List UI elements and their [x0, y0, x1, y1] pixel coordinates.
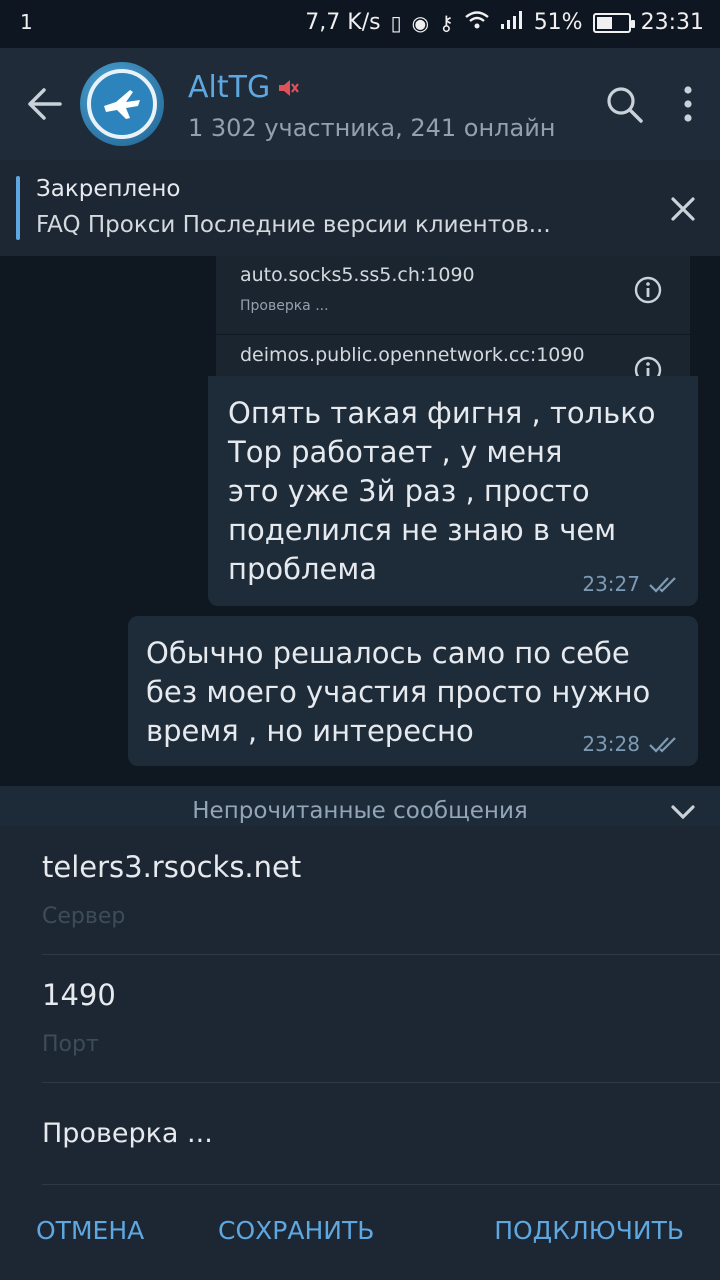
unread-divider: Непрочитанные сообщения [0, 786, 720, 826]
proxy-status: Проверка ... [240, 298, 329, 314]
close-icon [671, 197, 695, 221]
pinned-label: Закреплено [36, 176, 181, 202]
group-avatar[interactable] [80, 62, 164, 146]
jet-icon [104, 90, 140, 119]
proxy-host: auto.socks5.ss5.ch:1090 [240, 264, 475, 286]
message-text: Обычно решалось само по себе без моего у… [146, 634, 650, 751]
port-field[interactable]: 1490 Порт [42, 954, 720, 1083]
message-text: Опять такая фигня , только Тор работает … [228, 394, 656, 589]
message-line: Опять такая фигня , только [228, 396, 656, 430]
cancel-button[interactable]: ОТМЕНА [36, 1216, 144, 1245]
message-time-row: 23:28 [582, 732, 680, 756]
eye-icon: ◉ [411, 10, 430, 35]
message-time-row: 23:27 [582, 572, 680, 596]
pinned-text: FAQ Прокси Последние версии клиентов... [36, 212, 551, 238]
more-menu-button[interactable] [674, 84, 702, 124]
connect-button[interactable]: ПОДКЛЮЧИТЬ [494, 1216, 684, 1245]
wifi-icon [464, 10, 490, 35]
message-time: 23:27 [582, 572, 640, 596]
chat-title: AltTG [188, 70, 271, 105]
signal-icon [500, 10, 524, 35]
server-field[interactable]: telers3.rsocks.net Сервер [42, 826, 720, 955]
double-check-icon [649, 577, 676, 593]
proxy-host: deimos.public.opennetwork.cc:1090 [240, 344, 585, 366]
message-line: без моего участия просто нужно [146, 675, 651, 709]
more-vertical-icon [684, 86, 692, 122]
network-speed: 7,7 K/s [305, 10, 381, 35]
port-label: Порт [42, 1032, 99, 1057]
message-line: время , но интересно [146, 714, 474, 748]
chat-subtitle: 1 302 участника, 241 онлайн [188, 114, 556, 142]
chat-title-row[interactable]: AltTG [188, 70, 300, 105]
scroll-down-button[interactable] [668, 800, 698, 824]
search-icon [607, 87, 643, 123]
key-icon: ⚷ [439, 10, 454, 35]
double-check-icon [649, 737, 676, 753]
unread-label: Непрочитанные сообщения [192, 798, 528, 824]
info-icon [634, 276, 662, 304]
message-bubble[interactable]: Обычно решалось само по себе без моего у… [128, 616, 698, 766]
message-line: Обычно решалось само по себе [146, 636, 630, 670]
divider [42, 1184, 720, 1185]
message-bubble[interactable]: Опять такая фигня , только Тор работает … [208, 376, 698, 606]
checking-status: Проверка ... [42, 1118, 213, 1149]
pinned-close-button[interactable] [664, 190, 702, 228]
battery-percent: 51% [533, 10, 583, 35]
muted-icon [279, 79, 300, 96]
chat-area[interactable]: auto.socks5.ss5.ch:1090 Проверка ... dei… [0, 256, 720, 786]
back-arrow-icon [28, 88, 62, 120]
chat-header: AltTG 1 302 участника, 241 онлайн [0, 48, 720, 160]
battery-fill [596, 16, 612, 29]
battery-icon [592, 12, 635, 33]
server-input[interactable]: telers3.rsocks.net [42, 850, 301, 884]
back-button[interactable] [24, 86, 64, 122]
proxy-row[interactable]: auto.socks5.ss5.ch:1090 Проверка ... [216, 256, 690, 335]
pinned-indicator [16, 176, 20, 240]
message-line: Тор работает , у меня [228, 435, 563, 469]
avatar-ring [87, 69, 157, 139]
message-time: 23:28 [582, 732, 640, 756]
proxy-dialog: telers3.rsocks.net Сервер 1490 Порт Пров… [0, 826, 720, 1280]
status-left: 1 [20, 10, 33, 34]
proxy-list-card: auto.socks5.ss5.ch:1090 Проверка ... dei… [216, 256, 690, 384]
server-label: Сервер [42, 904, 126, 929]
chevron-down-icon [671, 805, 695, 820]
port-input[interactable]: 1490 [42, 978, 116, 1012]
pinned-message[interactable]: Закреплено FAQ Прокси Последние версии к… [0, 160, 720, 257]
status-bar: 1 7,7 K/s ▯ ◉ ⚷ 51% 23:31 [0, 0, 720, 48]
message-line: поделился не знаю в чем [228, 513, 617, 547]
search-button[interactable] [604, 84, 644, 124]
vibrate-icon: ▯ [390, 10, 402, 35]
save-button[interactable]: СОХРАНИТЬ [218, 1216, 374, 1245]
status-time: 23:31 [640, 10, 704, 35]
proxy-info-button[interactable] [634, 276, 662, 304]
message-line: это уже 3й раз , просто [228, 474, 590, 508]
